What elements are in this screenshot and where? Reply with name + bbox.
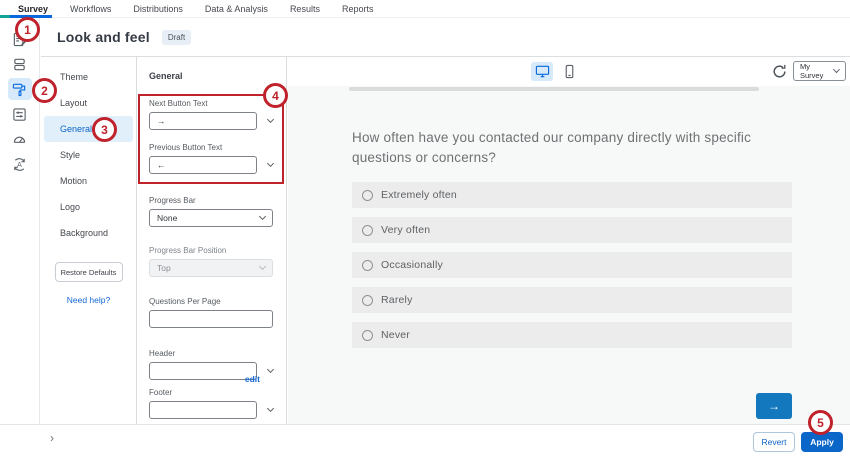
- preview-scrollbar[interactable]: [349, 87, 759, 91]
- questions-per-page-input[interactable]: [149, 310, 273, 328]
- option-never[interactable]: Never: [352, 322, 792, 348]
- refresh-preview-icon[interactable]: [771, 63, 788, 80]
- option-label: Very often: [381, 224, 430, 236]
- chevron-down-icon[interactable]: [267, 366, 274, 373]
- tab-results[interactable]: Results: [290, 4, 320, 14]
- annotation-step-3: 3: [92, 117, 117, 142]
- tab-reports[interactable]: Reports: [342, 4, 374, 14]
- field-previous-button-text: Previous Button Text ←: [149, 143, 274, 174]
- menu-item-general[interactable]: General: [44, 116, 133, 142]
- radio-icon: [362, 260, 373, 271]
- chevron-down-icon[interactable]: [267, 405, 274, 412]
- field-label: Next Button Text: [149, 99, 274, 108]
- page-title: Look and feel: [57, 29, 150, 45]
- preview-next-button[interactable]: →: [756, 393, 792, 419]
- field-label: Questions Per Page: [149, 297, 274, 306]
- mobile-view-icon[interactable]: [558, 62, 580, 81]
- tab-workflows[interactable]: Workflows: [70, 4, 111, 14]
- chevron-down-icon[interactable]: [267, 160, 274, 167]
- chevron-down-icon[interactable]: [267, 116, 274, 123]
- option-very-often[interactable]: Very often: [352, 217, 792, 243]
- menu-item-layout[interactable]: Layout: [44, 90, 133, 116]
- radio-icon: [362, 190, 373, 201]
- field-questions-per-page: Questions Per Page: [149, 297, 274, 328]
- previous-button-text-input[interactable]: ←: [149, 156, 257, 174]
- apply-button[interactable]: Apply: [801, 432, 843, 452]
- chevron-down-icon: [259, 213, 266, 220]
- option-label: Extremely often: [381, 189, 457, 201]
- radio-icon: [362, 330, 373, 341]
- selected-value: Top: [157, 263, 171, 273]
- field-progress-bar: Progress Bar None: [149, 196, 274, 227]
- option-label: Never: [381, 329, 410, 341]
- option-occasionally[interactable]: Occasionally: [352, 252, 792, 278]
- radio-icon: [362, 295, 373, 306]
- option-rarely[interactable]: Rarely: [352, 287, 792, 313]
- footer-bar: › Revert Apply: [0, 424, 850, 456]
- annotation-step-5: 5: [808, 410, 833, 435]
- field-label: Footer: [149, 388, 274, 397]
- survey-flow-icon[interactable]: [8, 53, 32, 75]
- survey-options-icon[interactable]: [8, 103, 32, 125]
- translations-icon[interactable]: A: [8, 153, 32, 175]
- section-title: General: [149, 71, 274, 81]
- quotas-icon[interactable]: [8, 128, 32, 150]
- option-label: Occasionally: [381, 259, 443, 271]
- field-label: Header: [149, 349, 274, 358]
- annotation-step-2: 2: [32, 78, 57, 103]
- look-and-feel-icon[interactable]: [8, 78, 32, 100]
- menu-item-style[interactable]: Style: [44, 142, 133, 168]
- field-label: Progress Bar: [149, 196, 274, 205]
- radio-icon: [362, 225, 373, 236]
- option-extremely-often[interactable]: Extremely often: [352, 182, 792, 208]
- expand-panel-icon[interactable]: ›: [50, 431, 54, 445]
- field-label: Progress Bar Position: [149, 246, 274, 255]
- chevron-down-icon: [259, 263, 266, 270]
- selected-survey: My Survey: [800, 62, 834, 80]
- menu-item-theme[interactable]: Theme: [44, 64, 133, 90]
- header-input[interactable]: [149, 362, 257, 380]
- field-label: Previous Button Text: [149, 143, 274, 152]
- svg-text:A: A: [17, 161, 22, 168]
- desktop-view-icon[interactable]: [531, 62, 553, 81]
- option-label: Rarely: [381, 294, 413, 306]
- selected-value: None: [157, 213, 177, 223]
- restore-defaults-button[interactable]: Restore Defaults: [55, 262, 123, 282]
- tab-distributions[interactable]: Distributions: [133, 4, 183, 14]
- menu-item-logo[interactable]: Logo: [44, 194, 133, 220]
- annotation-step-4: 4: [263, 83, 288, 108]
- revert-button[interactable]: Revert: [753, 432, 795, 452]
- next-button-text-input[interactable]: →: [149, 112, 257, 130]
- field-next-button-text: Next Button Text →: [149, 99, 274, 130]
- general-settings-panel: General Next Button Text → Previous Butt…: [136, 57, 287, 424]
- footer-input[interactable]: [149, 401, 257, 419]
- progress-bar-select[interactable]: None: [149, 209, 273, 227]
- tab-survey[interactable]: Survey: [18, 4, 48, 14]
- survey-preview-pane: My Survey How often have you contacted o…: [288, 57, 850, 424]
- annotation-step-1: 1: [15, 17, 40, 42]
- survey-selector-dropdown[interactable]: My Survey: [793, 61, 846, 81]
- menu-item-motion[interactable]: Motion: [44, 168, 133, 194]
- top-navigation: Survey Workflows Distributions Data & An…: [0, 0, 850, 18]
- status-badge: Draft: [162, 30, 191, 45]
- progress-bar-position-select: Top: [149, 259, 273, 277]
- look-feel-menu: Theme Layout General Style Motion Logo B…: [41, 57, 136, 424]
- field-progress-bar-position: Progress Bar Position Top: [149, 246, 274, 277]
- preview-toolbar: My Survey: [288, 57, 850, 86]
- tab-data-analysis[interactable]: Data & Analysis: [205, 4, 268, 14]
- preview-question-text: How often have you contacted our company…: [352, 128, 812, 167]
- field-footer: Footer: [149, 388, 274, 419]
- page-header: Look and feel Draft: [41, 18, 850, 57]
- menu-item-background[interactable]: Background: [44, 220, 133, 246]
- need-help-link[interactable]: Need help?: [41, 295, 136, 305]
